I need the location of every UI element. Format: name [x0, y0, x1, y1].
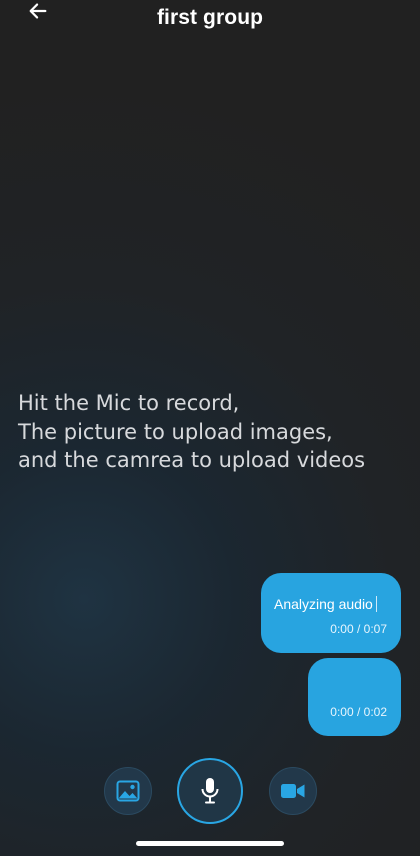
- home-indicator: [136, 841, 284, 846]
- video-camera-icon: [281, 784, 305, 798]
- instructions-line: and the camrea to upload videos: [18, 448, 366, 472]
- instructions-text: Hit the Mic to record, The picture to up…: [18, 389, 418, 475]
- image-icon: [116, 780, 140, 802]
- header: first group: [0, 0, 420, 40]
- microphone-icon: [201, 778, 219, 804]
- instructions-line: The picture to upload images,: [18, 419, 333, 444]
- message-text: Analyzing audio: [274, 596, 377, 612]
- audio-duration: 0:00 / 0:02: [330, 705, 387, 719]
- page-title: first group: [156, 6, 264, 29]
- record-mic-button[interactable]: [177, 758, 243, 824]
- text-cursor: [375, 596, 377, 612]
- upload-image-button[interactable]: [104, 767, 152, 815]
- upload-video-button[interactable]: [269, 767, 317, 815]
- instructions-line: Hit the Mic to record,: [18, 391, 240, 415]
- audio-duration: 0:00 / 0:07: [330, 622, 387, 636]
- audio-message-bubble[interactable]: 0:00 / 0:02: [308, 658, 401, 736]
- chat-screen: first group Hit the Mic to record, The p…: [0, 0, 420, 856]
- audio-message-bubble[interactable]: Analyzing audio 0:00 / 0:07: [261, 573, 401, 653]
